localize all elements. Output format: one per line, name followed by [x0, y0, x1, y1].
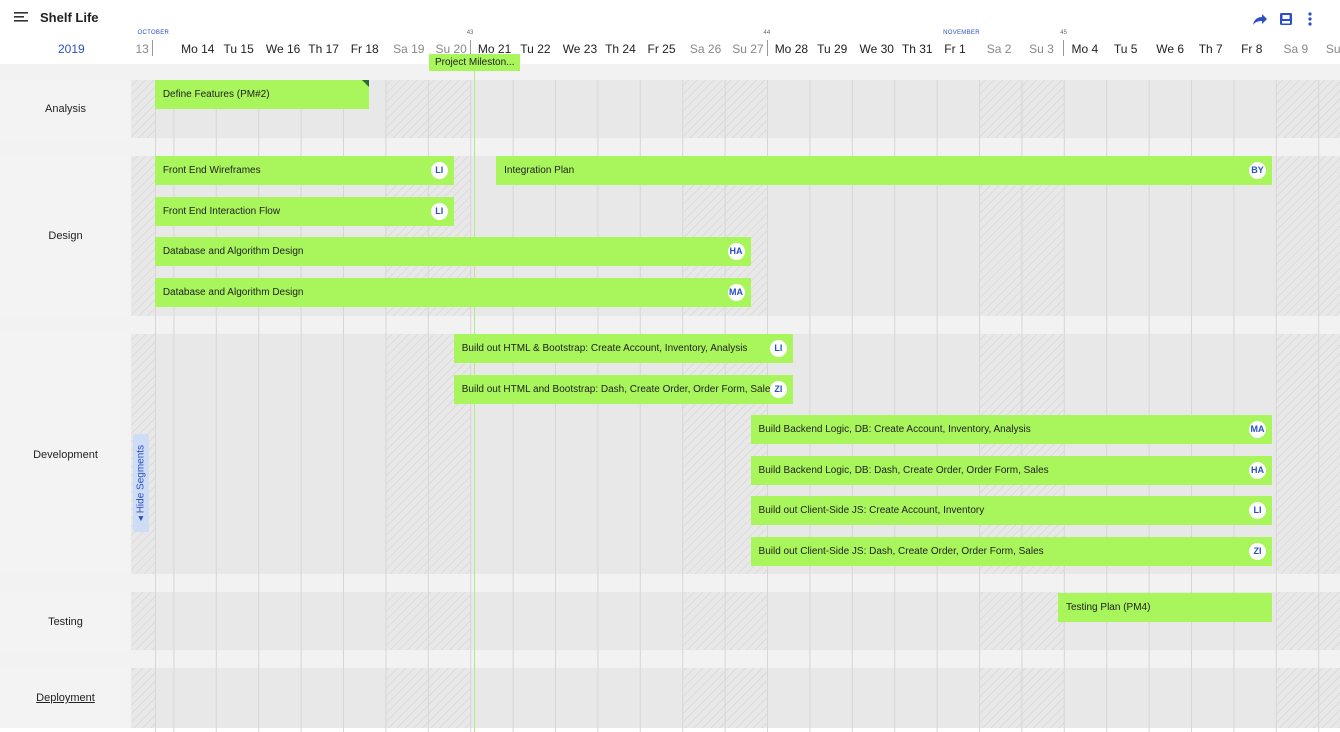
task-bar[interactable]: Front End Wireframes LI: [154, 156, 454, 185]
weekend-hatch: [1276, 334, 1319, 574]
weekend-hatch: [428, 592, 471, 650]
weekend-hatch: [682, 668, 726, 728]
weekend-hatch: [1318, 80, 1340, 138]
weekend-hatch: [1276, 668, 1319, 728]
segment-label-deployment[interactable]: Deployment: [0, 692, 131, 704]
task-label: Front End Wireframes: [162, 165, 261, 176]
weekend-hatch: [682, 80, 726, 138]
task-bar[interactable]: Testing Plan (PM4): [1057, 593, 1273, 622]
weekend-hatch: [1318, 592, 1340, 650]
assignee-avatar[interactable]: ZI: [1249, 543, 1267, 560]
weekend-hatch: [131, 668, 156, 728]
weekend-hatch: [1318, 334, 1340, 574]
task-bar[interactable]: Define Features (PM#2): [154, 80, 369, 109]
task-bar[interactable]: Build out Client-Side JS: Dash, Create O…: [750, 537, 1273, 566]
segment-label-analysis[interactable]: Analysis: [0, 103, 131, 115]
weekend-hatch: [725, 592, 768, 650]
task-bar[interactable]: Build out Client-Side JS: Create Account…: [750, 496, 1273, 525]
task-bar[interactable]: Database and Algorithm Design HA: [154, 237, 751, 266]
task-label: Build Backend Logic, DB: Dash, Create Or…: [758, 465, 1049, 476]
task-label: Front End Interaction Flow: [162, 206, 281, 217]
task-bar[interactable]: Integration Plan BY: [496, 156, 1273, 185]
segment-label-development[interactable]: Development: [0, 449, 131, 461]
assignee-avatar[interactable]: HA: [727, 243, 745, 260]
weekend-hatch: [979, 80, 1022, 138]
task-label: Database and Algorithm Design: [162, 246, 304, 257]
weekend-hatch: [1276, 156, 1319, 316]
task-label: Build Backend Logic, DB: Create Account,…: [758, 424, 1031, 435]
task-label: Testing Plan (PM4): [1065, 602, 1151, 613]
task-label: Build out Client-Side JS: Dash, Create O…: [758, 546, 1044, 557]
assignee-avatar[interactable]: MA: [1249, 421, 1267, 438]
weekend-hatch: [1318, 668, 1340, 728]
task-bar[interactable]: Front End Interaction Flow LI: [154, 197, 454, 226]
weekend-hatch: [1276, 80, 1319, 138]
hide-segments-label: ◂ Hide Segments: [135, 444, 147, 522]
weekend-hatch: [979, 668, 1022, 728]
weekend-hatch: [428, 668, 471, 728]
weekend-hatch: [682, 592, 726, 650]
task-bar[interactable]: Build Backend Logic, DB: Dash, Create Or…: [750, 456, 1273, 485]
weekend-hatch: [385, 592, 429, 650]
task-label: Define Features (PM#2): [162, 89, 270, 100]
weekend-hatch: [131, 156, 156, 316]
assignee-avatar[interactable]: ZI: [769, 381, 787, 398]
weekend-hatch: [428, 80, 471, 138]
weekend-hatch: [385, 334, 429, 574]
task-label: Build out HTML and Bootstrap: Dash, Crea…: [461, 384, 776, 395]
task-bar[interactable]: Build out HTML and Bootstrap: Dash, Crea…: [453, 375, 793, 404]
weekend-hatch: [1318, 156, 1340, 316]
assignee-avatar[interactable]: MA: [727, 284, 745, 301]
task-bar[interactable]: Database and Algorithm Design MA: [154, 278, 751, 307]
task-label: Integration Plan: [504, 165, 575, 176]
milestone-marker[interactable]: Project Mileston...: [429, 54, 521, 71]
weekend-hatch: [725, 668, 768, 728]
assignee-avatar[interactable]: LI: [1249, 502, 1267, 519]
task-bar[interactable]: Build Backend Logic, DB: Create Account,…: [750, 415, 1273, 444]
flag-corner-icon: [361, 80, 369, 87]
weekend-hatch: [1021, 668, 1065, 728]
assignee-avatar[interactable]: LI: [430, 162, 448, 179]
weekend-hatch: [725, 80, 768, 138]
weekend-hatch: [131, 592, 156, 650]
weekend-hatch: [979, 592, 1022, 650]
task-bar[interactable]: Build out HTML & Bootstrap: Create Accou…: [453, 334, 793, 363]
weekend-hatch: [385, 668, 429, 728]
weekend-hatch: [428, 334, 471, 574]
task-label: Build out Client-Side JS: Create Account…: [758, 505, 985, 516]
weekend-hatch: [1276, 592, 1319, 650]
weekend-hatch: [131, 80, 156, 138]
task-label: Database and Algorithm Design: [162, 287, 304, 298]
weekend-hatch: [385, 80, 429, 138]
assignee-avatar[interactable]: LI: [769, 340, 787, 357]
assignee-avatar[interactable]: HA: [1249, 462, 1267, 479]
task-label: Build out HTML & Bootstrap: Create Accou…: [461, 343, 748, 354]
segment-label-design[interactable]: Design: [0, 230, 131, 242]
weekend-hatch: [682, 334, 726, 574]
hide-segments-button[interactable]: ◂ Hide Segments: [133, 434, 149, 532]
segment-label-testing[interactable]: Testing: [0, 616, 131, 628]
weekend-hatch: [1021, 80, 1065, 138]
assignee-avatar[interactable]: BY: [1249, 162, 1267, 179]
assignee-avatar[interactable]: LI: [430, 203, 448, 220]
